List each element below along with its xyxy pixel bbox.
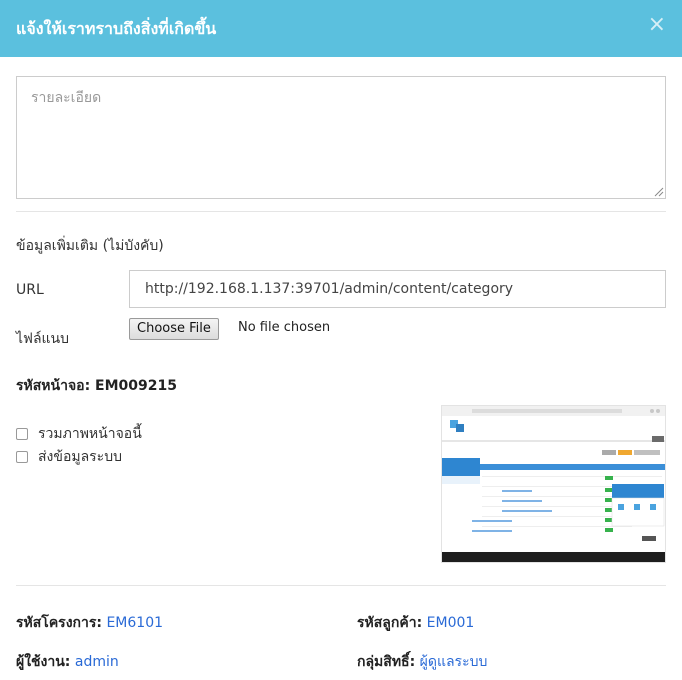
send-system-info-checkbox[interactable] (16, 451, 28, 463)
send-system-info-label: ส่งข้อมูลระบบ (38, 449, 122, 465)
project-code: รหัสโครงการ: EM6101 (16, 612, 163, 634)
file-status: No file chosen (238, 320, 331, 335)
project-code-label: รหัสโครงการ: (16, 615, 102, 631)
details-textarea[interactable] (16, 76, 666, 199)
permission-group-label: กลุ่มสิทธิ์: (357, 654, 416, 670)
screen-code: รหัสหน้าจอ: EM009215 (16, 378, 177, 394)
attachment-label: ไฟล์แนบ (16, 331, 70, 347)
user-link[interactable]: admin (75, 654, 119, 670)
divider (16, 211, 666, 212)
project-code-link[interactable]: EM6101 (106, 615, 163, 631)
modal-title: แจ้งให้เราทราบถึงสิ่งที่เกิดขึ้น (16, 19, 217, 38)
extra-info-label: ข้อมูลเพิ่มเติม (ไม่บังคับ) (16, 238, 164, 254)
modal-header: แจ้งให้เราทราบถึงสิ่งที่เกิดขึ้น × (0, 0, 682, 57)
user-info: ผู้ใช้งาน: admin (16, 651, 119, 673)
divider (16, 585, 666, 586)
permission-group-link[interactable]: ผู้ดูแลระบบ (420, 654, 488, 670)
include-screenshot-option[interactable]: รวมภาพหน้าจอนี้ (16, 423, 142, 445)
user-label: ผู้ใช้งาน: (16, 654, 71, 670)
screenshot-thumbnail (441, 405, 666, 563)
include-screenshot-checkbox[interactable] (16, 428, 28, 440)
permission-group: กลุ่มสิทธิ์: ผู้ดูแลระบบ (357, 651, 487, 673)
customer-code-link[interactable]: EM001 (427, 615, 475, 631)
customer-code: รหัสลูกค้า: EM001 (357, 612, 474, 634)
choose-file-button[interactable]: Choose File (129, 318, 219, 340)
include-screenshot-label: รวมภาพหน้าจอนี้ (38, 426, 142, 442)
url-input[interactable] (129, 270, 666, 308)
close-icon[interactable]: × (648, 12, 666, 38)
send-system-info-option[interactable]: ส่งข้อมูลระบบ (16, 446, 122, 468)
screenshot-preview-image (442, 406, 665, 562)
customer-code-label: รหัสลูกค้า: (357, 615, 423, 631)
url-label: URL (16, 282, 44, 298)
